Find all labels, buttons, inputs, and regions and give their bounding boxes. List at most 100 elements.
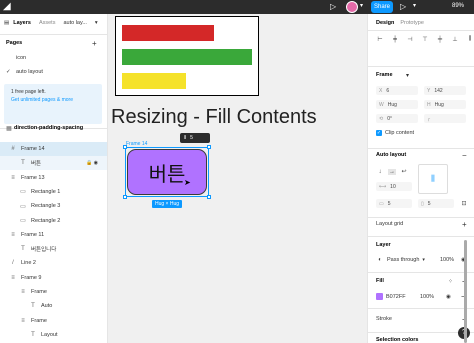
layer-label: Frame 13 bbox=[21, 174, 45, 181]
page-item[interactable]: icon bbox=[0, 51, 107, 65]
checkbox-icon[interactable]: ✓ bbox=[376, 130, 382, 136]
layer-row[interactable]: T Layout bbox=[0, 328, 107, 342]
padding-v-field[interactable]: ▯ 5 bbox=[418, 199, 454, 208]
right-tabs: Design Prototype bbox=[368, 20, 474, 26]
rectangle-1[interactable] bbox=[122, 25, 214, 41]
rectangle-2[interactable] bbox=[122, 73, 186, 89]
fill-header: Fill ⁘ + bbox=[368, 277, 474, 286]
spacing-popover[interactable]: ⫴ 5 bbox=[180, 133, 210, 143]
align-bottom-icon[interactable]: ⊥ bbox=[451, 36, 459, 43]
layer-row[interactable]: ≡ Frame bbox=[0, 314, 107, 328]
padding-individual-icon[interactable]: ⊡ bbox=[460, 200, 468, 207]
page-label: icon bbox=[16, 55, 27, 61]
canvas-title[interactable]: Resizing - Fill Contents bbox=[111, 106, 317, 129]
wrap-icon[interactable]: ↩ bbox=[400, 168, 408, 175]
menu-icon[interactable]: ◢ bbox=[3, 1, 11, 12]
chevron-down-icon[interactable]: ▾ bbox=[360, 2, 363, 9]
divider bbox=[368, 217, 474, 218]
w-field[interactable]: W Hug bbox=[376, 100, 418, 109]
align-center-v-icon[interactable]: ╪ bbox=[436, 37, 444, 43]
share-button[interactable]: Share bbox=[371, 1, 393, 13]
rectangle-3[interactable] bbox=[122, 49, 252, 65]
padding-h-field[interactable]: ▭ 5 bbox=[376, 199, 412, 208]
layer-label: Frame bbox=[31, 289, 47, 295]
add-icon[interactable]: + bbox=[462, 220, 467, 229]
resize-handle[interactable] bbox=[123, 195, 127, 199]
distribute-icon[interactable]: ⫼ bbox=[466, 36, 474, 43]
fill-hex[interactable]: B072FF bbox=[386, 294, 406, 300]
spacing-value[interactable]: 5 bbox=[190, 135, 193, 141]
zoom-level[interactable]: 89% bbox=[452, 3, 464, 9]
styles-icon[interactable]: ⁘ bbox=[448, 278, 453, 285]
upgrade-link[interactable]: Get unlimited pages & more bbox=[11, 96, 95, 104]
chevron-down-icon[interactable]: ▾ bbox=[422, 257, 425, 263]
chevron-down-icon[interactable]: ▾ bbox=[413, 2, 416, 9]
play-icon[interactable]: ▷ bbox=[330, 2, 336, 11]
chevron-down-icon[interactable]: ▾ bbox=[95, 20, 98, 26]
tab-layers[interactable]: Layers bbox=[13, 20, 31, 26]
size-row: W Hug H Hug bbox=[368, 100, 474, 109]
fill-swatch[interactable] bbox=[376, 293, 383, 300]
rotation-field[interactable]: ⟲ 0° bbox=[376, 114, 418, 123]
gap-field[interactable]: ⟷ 10 bbox=[376, 182, 412, 191]
fill-opacity[interactable]: 100% bbox=[420, 294, 434, 300]
layer-row[interactable]: / Line 2 bbox=[0, 256, 107, 270]
layer-label: Rectangle 2 bbox=[31, 217, 61, 224]
h-field[interactable]: H Hug bbox=[424, 100, 466, 109]
gap-row: ⟷ 10 bbox=[368, 182, 474, 191]
layer-row[interactable]: ▭ Rectangle 1 bbox=[0, 185, 107, 199]
divider bbox=[368, 30, 474, 31]
layer-row[interactable]: ≡ Frame 13 bbox=[0, 171, 107, 185]
clip-content-row[interactable]: ✓ Clip content bbox=[368, 130, 474, 136]
layer-row[interactable]: ≡ Frame bbox=[0, 285, 107, 299]
layers-panel-icon[interactable]: ▤ bbox=[4, 20, 9, 26]
layer-row[interactable]: ≡ Frame 11 bbox=[0, 228, 107, 242]
x-field[interactable]: X6 bbox=[376, 86, 418, 95]
frame-13[interactable] bbox=[115, 16, 259, 96]
tab-design[interactable]: Design bbox=[376, 20, 394, 26]
layer-row[interactable]: ≡ Frame 9 bbox=[0, 271, 107, 285]
file-name[interactable]: auto lay... bbox=[63, 20, 86, 26]
arrow-down-icon[interactable]: ↓ bbox=[376, 169, 384, 175]
resize-handle[interactable] bbox=[207, 145, 211, 149]
align-right-icon[interactable]: ⊣ bbox=[406, 36, 414, 43]
layer-row[interactable]: ▭ Rectangle 2 bbox=[0, 214, 107, 228]
layer-row[interactable]: T 버튼 🔒 ◉ bbox=[0, 156, 107, 171]
layer-root-frame[interactable]: ▦ direction-padding-spacing bbox=[0, 121, 107, 135]
layer-opacity[interactable]: 100% bbox=[440, 257, 454, 263]
remove-icon[interactable]: − bbox=[462, 151, 467, 160]
resize-handle[interactable] bbox=[207, 195, 211, 199]
clip-content-label: Clip content bbox=[385, 130, 415, 136]
layer-label: Rectangle 1 bbox=[31, 188, 61, 195]
auto-layout-header: Auto layout − bbox=[368, 151, 474, 160]
resize-handle[interactable] bbox=[123, 145, 127, 149]
align-top-icon[interactable]: ⊤ bbox=[421, 36, 429, 43]
stroke-header: Stroke + bbox=[368, 315, 474, 324]
align-center-h-icon[interactable]: ┿ bbox=[391, 36, 399, 43]
blend-mode[interactable]: Pass through bbox=[387, 257, 419, 263]
y-field[interactable]: Y 142 bbox=[424, 86, 466, 95]
tab-assets[interactable]: Assets bbox=[39, 20, 56, 26]
size-label: Hug × Hug bbox=[152, 200, 183, 208]
fill-title: Fill bbox=[376, 278, 384, 284]
layer-row[interactable]: ▭ Rectangle 3 bbox=[0, 199, 107, 213]
align-left-icon[interactable]: ⊢ bbox=[376, 36, 384, 43]
layer-row[interactable]: T Auto bbox=[0, 299, 107, 313]
add-page-icon[interactable]: + bbox=[92, 39, 97, 48]
scrollbar[interactable] bbox=[464, 240, 467, 343]
present-icon[interactable]: ▷ bbox=[400, 2, 406, 11]
layer-row[interactable]: T 버튼입니다 bbox=[0, 242, 107, 256]
layer-type-icon: ▭ bbox=[20, 203, 26, 210]
lock-visibility-icons[interactable]: 🔒 ◉ bbox=[86, 160, 98, 166]
padding-row: ▭ 5 ▯ 5 ⊡ bbox=[368, 199, 474, 208]
page-item-current[interactable]: ✓ auto layout bbox=[0, 65, 107, 79]
eye-icon[interactable]: ◉ bbox=[446, 294, 451, 300]
chevron-down-icon[interactable]: ▾ bbox=[406, 72, 409, 79]
selection-colors-header: Selection colors bbox=[368, 337, 474, 343]
corner-radius-field[interactable]: ╭ bbox=[424, 114, 466, 123]
avatar[interactable] bbox=[346, 1, 358, 13]
corner-radius-icon: ╭ bbox=[427, 115, 431, 122]
arrow-right-icon[interactable]: → bbox=[388, 168, 396, 175]
tab-prototype[interactable]: Prototype bbox=[400, 20, 424, 26]
layer-row[interactable]: # Frame 14 bbox=[0, 142, 107, 156]
